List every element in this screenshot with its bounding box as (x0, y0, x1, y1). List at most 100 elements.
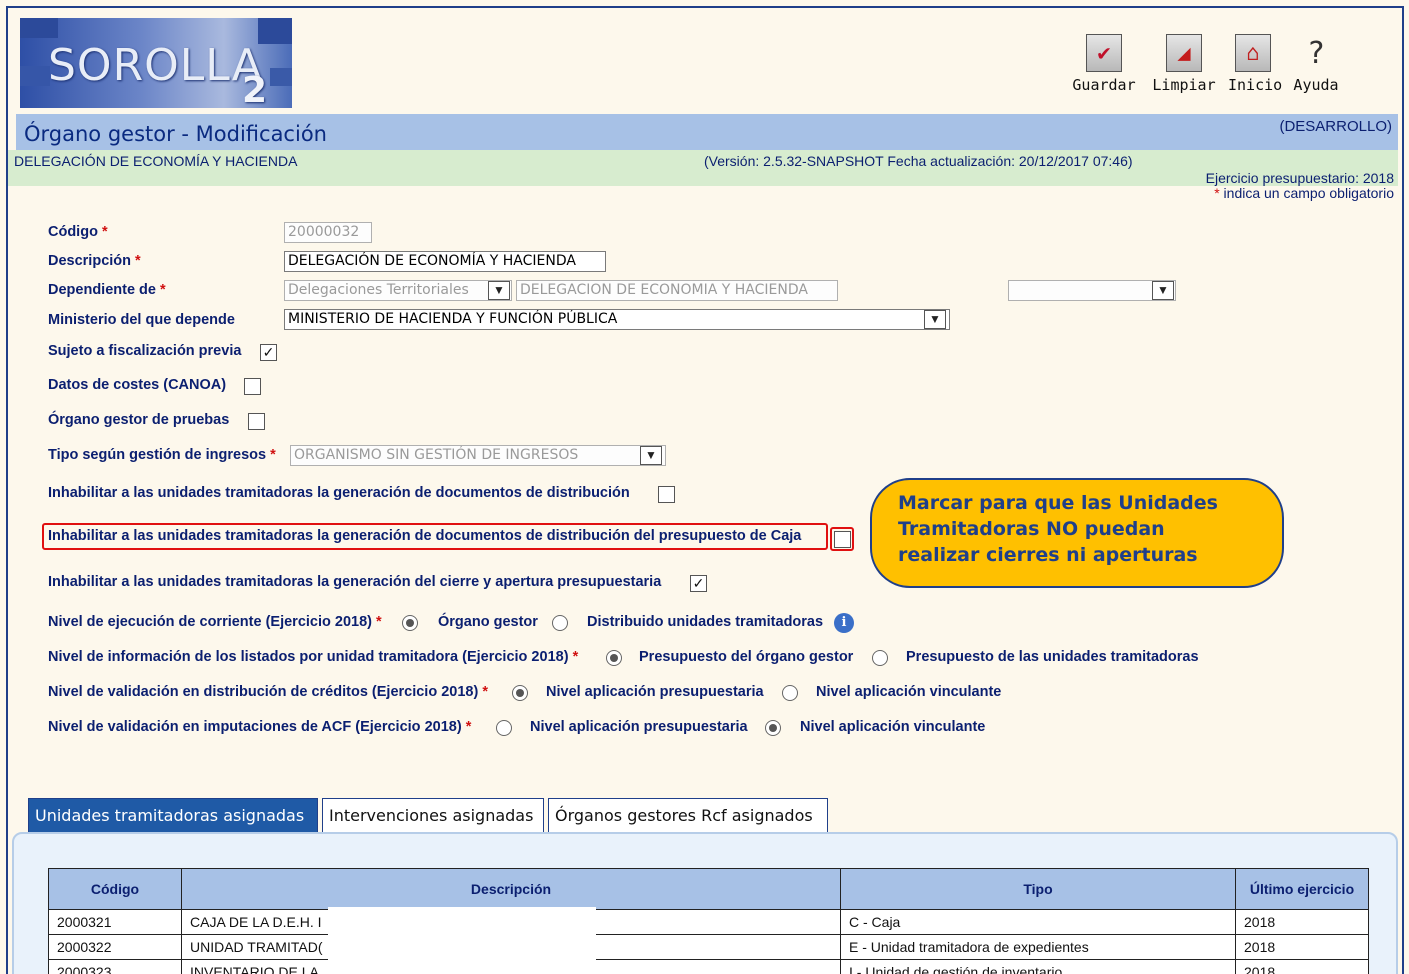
inhab-distrib-label: Inhabilitar a las unidades tramitadoras … (48, 485, 630, 501)
nivel-valid-radio-2[interactable] (782, 685, 798, 701)
inhab-cierre-label: Inhabilitar a las unidades tramitadoras … (48, 574, 662, 590)
fiscal-year-info: Ejercicio presupuestario: 2018 * indica … (1206, 171, 1394, 201)
tipo-ingresos-label: Tipo según gestión de ingresos * (48, 447, 276, 463)
dependiente-extra-select[interactable] (1008, 280, 1176, 301)
cell-ultimo-ejercicio: 2018 (1235, 934, 1369, 960)
callout-line: Marcar para que las Unidades (898, 492, 1218, 514)
app-window: SOROLLA 2 ✔ Guardar ◢ Limpiar ⌂ Inicio ?… (6, 6, 1404, 974)
required-note: indica un campo obligatorio (1223, 185, 1394, 201)
inhab-caja-label: Inhabilitar a las unidades tramitadoras … (48, 528, 802, 544)
nivel-acf-opt1: Nivel aplicación presupuestaria (530, 719, 748, 735)
page-title: Órgano gestor - Modificación (24, 122, 327, 146)
chevron-down-icon[interactable]: ▼ (924, 310, 946, 329)
help-button[interactable]: ? Ayuda (1288, 34, 1344, 95)
cell-tipo: E - Unidad tramitadora de expedientes (840, 934, 1236, 960)
nivel-valid-opt2: Nivel aplicación vinculante (816, 684, 1002, 700)
table-row[interactable]: 2000322 UNIDAD TRAMITAD( E - Unidad tram… (48, 934, 1369, 960)
info-icon[interactable]: i (834, 613, 854, 633)
cell-codigo: 2000322 (48, 934, 182, 960)
cell-codigo: 2000323 (48, 959, 182, 974)
chevron-down-icon[interactable]: ▼ (640, 446, 662, 465)
eraser-icon: ◢ (1166, 34, 1202, 72)
ministerio-label: Ministerio del que depende (48, 312, 235, 328)
help-label: Ayuda (1293, 76, 1339, 94)
fiscal-year: Ejercicio presupuestario: 2018 (1205, 170, 1394, 186)
pruebas-label: Órgano gestor de pruebas (48, 412, 230, 428)
table-row[interactable]: 2000323 INVENTARIO DE LA I - Unidad de g… (48, 959, 1369, 974)
costes-checkbox[interactable] (244, 378, 261, 395)
cell-tipo: C - Caja (840, 909, 1236, 935)
column-header[interactable]: Tipo (840, 868, 1236, 910)
chevron-down-icon[interactable]: ▼ (488, 281, 510, 300)
nivel-acf-label: Nivel de validación en imputaciones de A… (48, 719, 472, 735)
chevron-down-icon[interactable]: ▼ (1152, 281, 1174, 300)
logo-number: 2 (242, 70, 268, 111)
inhab-distrib-checkbox[interactable] (658, 486, 675, 503)
nivel-valid-opt1: Nivel aplicación presupuestaria (546, 684, 764, 700)
nivel-acf-opt2: Nivel aplicación vinculante (800, 719, 986, 735)
home-icon: ⌂ (1235, 34, 1271, 72)
cell-tipo: I - Unidad de gestión de inventario (840, 959, 1236, 974)
nivel-ejec-opt2: Distribuido unidades tramitadoras (587, 614, 824, 630)
nivel-info-opt2: Presupuesto de las unidades tramitadoras (906, 649, 1199, 665)
clear-button[interactable]: ◢ Limpiar (1151, 34, 1217, 94)
dependiente-tipo-select[interactable]: Delegaciones Territoriales (284, 280, 512, 301)
cell-ultimo-ejercicio: 2018 (1235, 909, 1369, 935)
pruebas-checkbox[interactable] (248, 413, 265, 430)
tab-intervenciones[interactable]: Intervenciones asignadas (322, 798, 544, 832)
info-bar: DELEGACIÓN DE ECONOMÍA Y HACIENDA (Versi… (8, 150, 1398, 186)
inhab-caja-checkbox[interactable] (834, 531, 851, 548)
ministerio-select[interactable]: MINISTERIO DE HACIENDA Y FUNCIÓN PÚBLICA (284, 309, 950, 330)
nivel-info-opt1: Presupuesto del órgano gestor (639, 649, 854, 665)
codigo-label: Código * (48, 224, 108, 240)
tipo-ingresos-select[interactable]: ORGANISMO SIN GESTIÓN DE INGRESOS (290, 445, 666, 466)
annotation-callout: Marcar para que las Unidades Tramitadora… (870, 478, 1284, 588)
dependiente-value-input[interactable]: DELEGACION DE ECONOMIA Y HACIENDA (516, 280, 838, 301)
column-header[interactable]: Último ejercicio (1235, 868, 1369, 910)
inhab-cierre-checkbox[interactable]: ✓ (690, 575, 707, 592)
save-label: Guardar (1072, 76, 1136, 94)
version-info: (Versión: 2.5.32-SNAPSHOT Fecha actualiz… (704, 153, 1133, 169)
column-header[interactable]: Descripción (181, 868, 841, 910)
tab-organos-gestores-rcf[interactable]: Órganos gestores Rcf asignados (548, 798, 828, 832)
unidades-table: Código Descripción Tipo Último ejercicio… (48, 868, 1369, 974)
home-button[interactable]: ⌂ Inicio (1228, 34, 1282, 94)
clear-label: Limpiar (1152, 76, 1216, 94)
descripcion-label: Descripción * (48, 253, 141, 269)
nivel-acf-radio-1[interactable] (496, 720, 512, 736)
nivel-ejec-radio-2[interactable] (552, 615, 568, 631)
nivel-info-radio-2[interactable] (872, 650, 888, 666)
dependiente-label: Dependiente de * (48, 282, 166, 298)
tab-unidades-tramitadoras[interactable]: Unidades tramitadoras asignadas (28, 798, 318, 832)
cell-codigo: 2000321 (48, 909, 182, 935)
environment-label: (DESARROLLO) (1279, 118, 1392, 135)
home-label: Inicio (1228, 76, 1283, 94)
organization-name: DELEGACIÓN DE ECONOMÍA Y HACIENDA (14, 153, 298, 169)
cell-ultimo-ejercicio: 2018 (1235, 959, 1369, 974)
codigo-input[interactable]: 20000032 (284, 222, 372, 243)
callout-line: realizar cierres ni aperturas (898, 544, 1198, 566)
nivel-info-label: Nivel de información de los listados por… (48, 649, 579, 665)
table-row[interactable]: 2000321 CAJA DE LA D.E.H. I C - Caja 201… (48, 909, 1369, 935)
nivel-ejec-radio-1[interactable] (402, 615, 418, 631)
save-button[interactable]: ✔ Guardar (1070, 34, 1138, 94)
nivel-valid-label: Nivel de validación en distribución de c… (48, 684, 488, 700)
nivel-ejec-opt1: Órgano gestor (438, 614, 538, 630)
logo-text: SOROLLA (48, 40, 263, 91)
title-bar: Órgano gestor - Modificación (DESARROLLO… (16, 114, 1398, 150)
nivel-ejec-label: Nivel de ejecución de corriente (Ejercic… (48, 614, 382, 630)
redaction-mask (328, 907, 596, 974)
required-star: * (1214, 185, 1220, 201)
nivel-valid-radio-1[interactable] (512, 685, 528, 701)
fiscalizacion-label: Sujeto a fiscalización previa (48, 343, 242, 359)
fiscalizacion-checkbox[interactable]: ✓ (260, 344, 277, 361)
column-header[interactable]: Código (48, 868, 182, 910)
help-icon: ? (1306, 35, 1326, 71)
callout-line: Tramitadoras NO puedan (898, 518, 1165, 540)
sorolla-logo: SOROLLA 2 (20, 18, 292, 111)
save-check-icon: ✔ (1086, 34, 1122, 72)
descripcion-input[interactable]: DELEGACIÓN DE ECONOMÍA Y HACIENDA (284, 251, 606, 272)
nivel-acf-radio-2[interactable] (765, 720, 781, 736)
nivel-info-radio-1[interactable] (606, 650, 622, 666)
costes-label: Datos de costes (CANOA) (48, 377, 227, 393)
